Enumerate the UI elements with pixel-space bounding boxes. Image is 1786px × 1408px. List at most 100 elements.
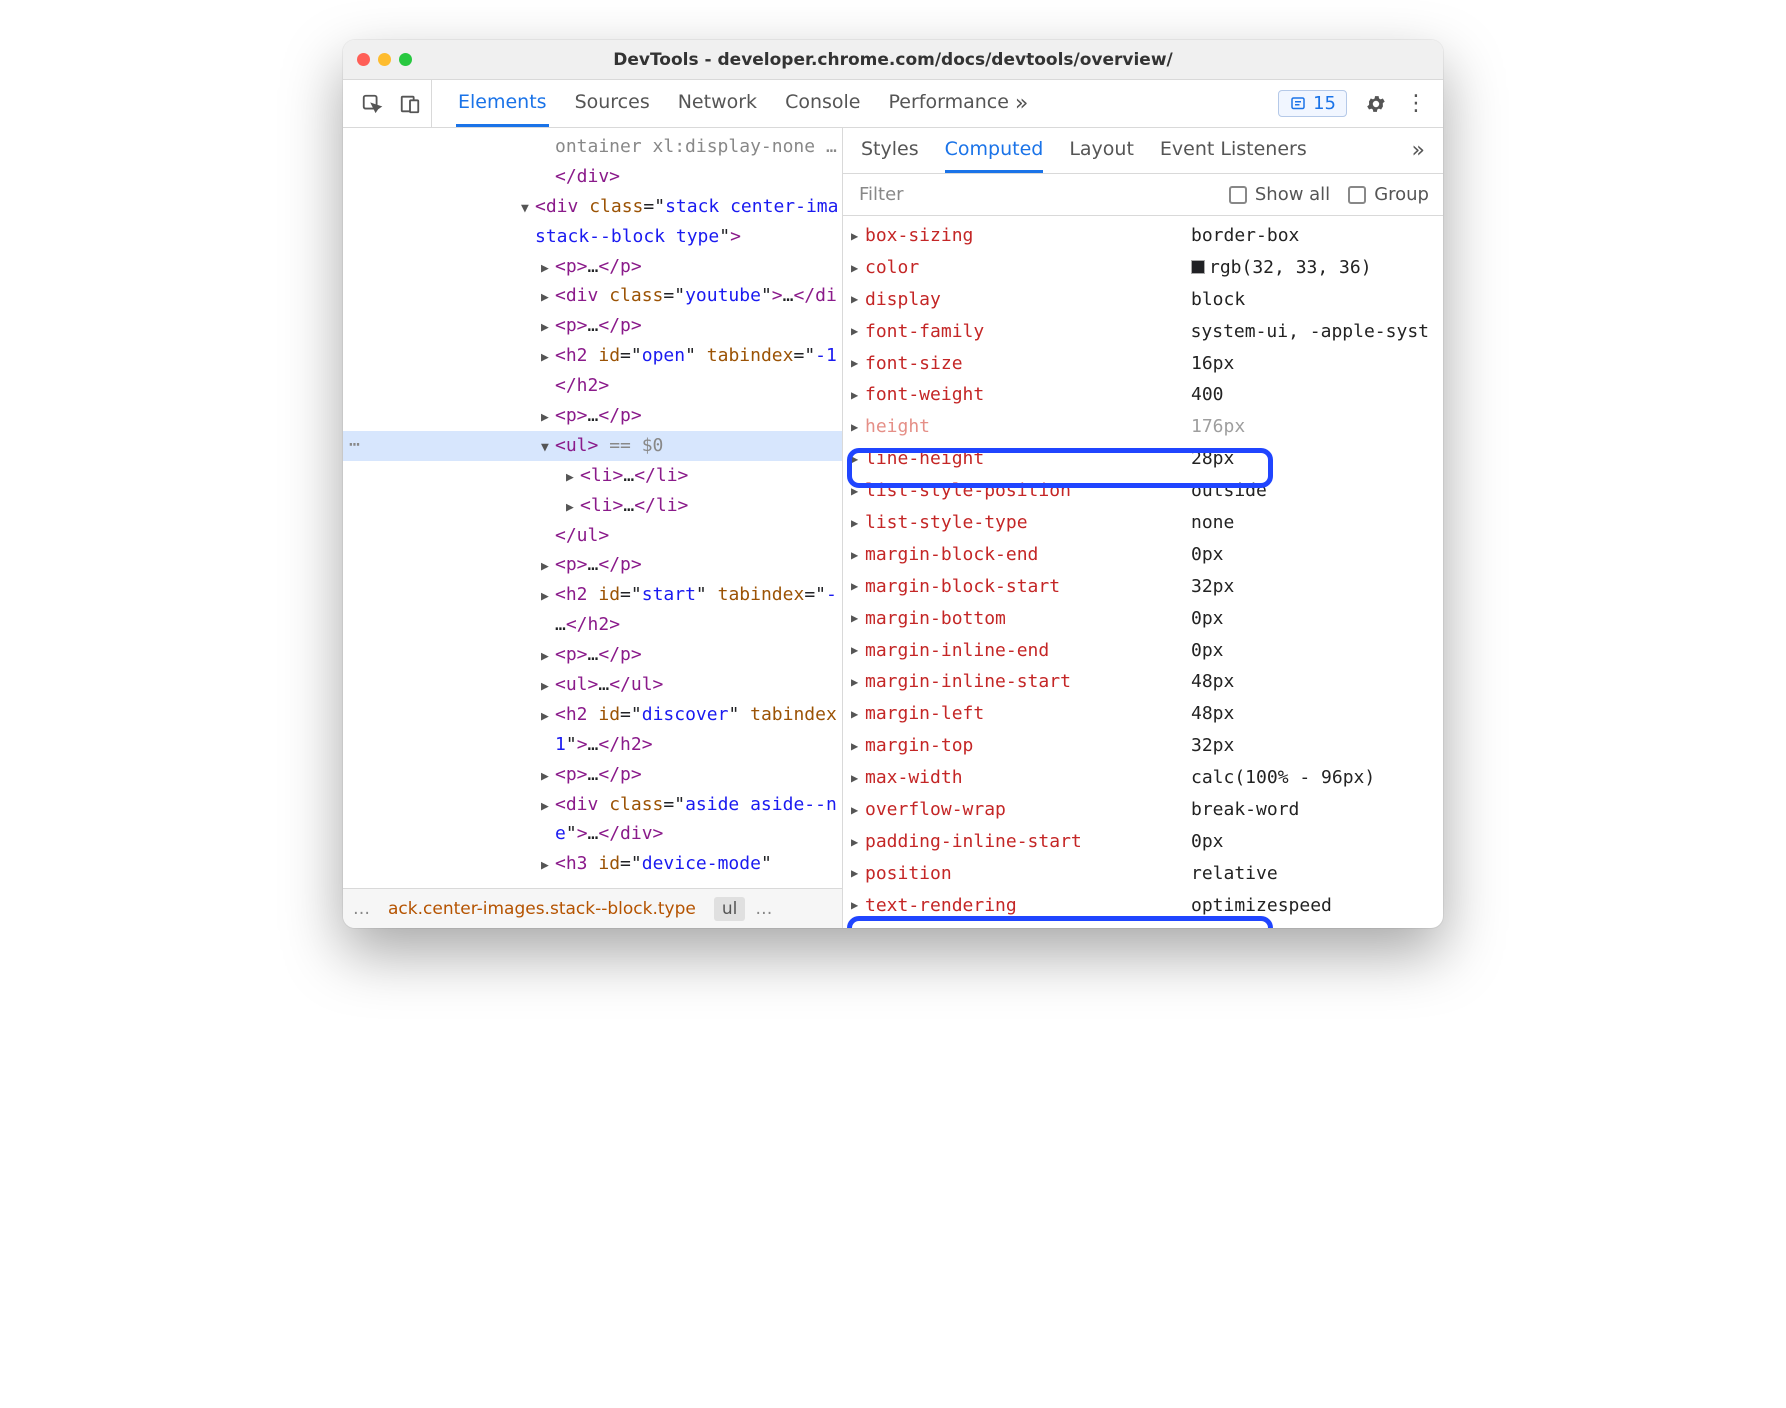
dom-row[interactable]: <p>…</p> [343,760,842,790]
disclosure-closed-icon[interactable] [541,797,555,817]
disclosure-open-icon[interactable] [521,199,535,219]
computed-property-font-size[interactable]: font-size16px [843,348,1443,380]
dom-row[interactable]: <p>…</p> [343,311,842,341]
computed-property-width[interactable]: width604px [843,922,1443,928]
breadcrumb-ellipsis-left[interactable]: … [353,899,370,919]
dom-row[interactable]: <h3 id="device-mode" [343,849,842,879]
sidebar-tab-computed[interactable]: Computed [945,128,1044,173]
dom-row[interactable]: <p>…</p> [343,640,842,670]
minimize-icon[interactable] [378,53,391,66]
computed-property-margin-block-end[interactable]: margin-block-end0px [843,539,1443,571]
disclosure-closed-icon[interactable] [566,468,580,488]
zoom-icon[interactable] [399,53,412,66]
dom-row[interactable]: </ul> [343,521,842,551]
disclosure-closed-icon[interactable] [541,707,555,727]
breadcrumb-path[interactable]: ack.center-images.stack--block.type [380,897,704,921]
disclosure-closed-icon[interactable] [541,259,555,279]
disclosure-closed-icon[interactable] [851,737,865,756]
panel-tab-elements[interactable]: Elements [456,80,549,127]
disclosure-closed-icon[interactable] [851,673,865,692]
dom-row[interactable]: <div class="stack center-ima [343,192,842,222]
sidebar-tab-styles[interactable]: Styles [861,128,919,173]
disclosure-closed-icon[interactable] [541,856,555,876]
breadcrumb-selected[interactable]: ul [714,897,746,921]
sidebar-tab-layout[interactable]: Layout [1069,128,1134,173]
dom-row[interactable]: <h2 id="discover" tabindex [343,700,842,730]
disclosure-closed-icon[interactable] [851,227,865,246]
computed-properties[interactable]: box-sizingborder-box colorrgb(32, 33, 36… [843,216,1443,928]
disclosure-closed-icon[interactable] [851,322,865,341]
dom-row[interactable]: …</h2> [343,610,842,640]
dom-row[interactable]: ontainer xl:display-none … [343,132,842,162]
dom-row[interactable]: <div class="youtube">…</di [343,281,842,311]
dom-row[interactable]: 1">…</h2> [343,730,842,760]
sidebar-tab-event-listeners[interactable]: Event Listeners [1160,128,1307,173]
dom-row[interactable]: <li>…</li> [343,491,842,521]
dom-row[interactable]: </h2> [343,371,842,401]
panel-tab-network[interactable]: Network [676,80,759,127]
disclosure-closed-icon[interactable] [851,354,865,373]
panel-tab-performance[interactable]: Performance [887,80,1011,127]
inspect-icon[interactable] [361,93,383,115]
group-checkbox[interactable]: Group [1348,184,1429,205]
kebab-menu-icon[interactable]: ⋮ [1405,91,1427,116]
dom-row[interactable]: <p>…</p> [343,401,842,431]
computed-property-margin-top[interactable]: margin-top32px [843,730,1443,762]
disclosure-closed-icon[interactable] [851,705,865,724]
disclosure-closed-icon[interactable] [851,386,865,405]
disclosure-closed-icon[interactable] [851,259,865,278]
device-toggle-icon[interactable] [399,93,421,115]
computed-property-list-style-position[interactable]: list-style-positionoutside [843,475,1443,507]
computed-property-font-weight[interactable]: font-weight400 [843,379,1443,411]
dom-row[interactable]: stack--block type"> [343,222,842,252]
computed-property-font-family[interactable]: font-familysystem-ui, -apple-syst [843,316,1443,348]
disclosure-closed-icon[interactable] [566,498,580,518]
computed-property-color[interactable]: colorrgb(32, 33, 36) [843,252,1443,284]
dom-row[interactable]: <p>…</p> [343,252,842,282]
disclosure-open-icon[interactable] [541,438,555,458]
disclosure-closed-icon[interactable] [851,896,865,915]
computed-property-margin-inline-start[interactable]: margin-inline-start48px [843,666,1443,698]
disclosure-closed-icon[interactable] [851,864,865,883]
computed-property-margin-inline-end[interactable]: margin-inline-end0px [843,635,1443,667]
computed-property-height[interactable]: height176px [843,411,1443,443]
disclosure-closed-icon[interactable] [541,677,555,697]
computed-property-padding-inline-start[interactable]: padding-inline-start0px [843,826,1443,858]
disclosure-closed-icon[interactable] [851,801,865,820]
show-all-checkbox[interactable]: Show all [1229,184,1330,205]
computed-property-margin-block-start[interactable]: margin-block-start32px [843,571,1443,603]
computed-property-box-sizing[interactable]: box-sizingborder-box [843,220,1443,252]
disclosure-closed-icon[interactable] [541,647,555,667]
dom-row[interactable]: </div> [343,162,842,192]
panel-tab-console[interactable]: Console [783,80,862,127]
disclosure-closed-icon[interactable] [851,769,865,788]
disclosure-closed-icon[interactable] [541,318,555,338]
computed-property-margin-left[interactable]: margin-left48px [843,698,1443,730]
dom-row[interactable]: <h2 id="start" tabindex="- [343,580,842,610]
dom-row[interactable]: <h2 id="open" tabindex="-1 [343,341,842,371]
dom-row[interactable]: <li>…</li> [343,461,842,491]
disclosure-closed-icon[interactable] [851,546,865,565]
disclosure-closed-icon[interactable] [851,609,865,628]
dom-row[interactable]: <ul>…</ul> [343,670,842,700]
panel-tab-sources[interactable]: Sources [573,80,652,127]
disclosure-closed-icon[interactable] [851,833,865,852]
filter-input[interactable] [857,183,1211,206]
disclosure-closed-icon[interactable] [851,290,865,309]
computed-property-position[interactable]: positionrelative [843,858,1443,890]
disclosure-closed-icon[interactable] [851,577,865,596]
computed-property-max-width[interactable]: max-widthcalc(100% - 96px) [843,762,1443,794]
disclosure-closed-icon[interactable] [851,514,865,533]
disclosure-closed-icon[interactable] [851,450,865,469]
computed-property-display[interactable]: displayblock [843,284,1443,316]
breadcrumb[interactable]: … ack.center-images.stack--block.type ul… [343,888,842,928]
disclosure-closed-icon[interactable] [541,408,555,428]
disclosure-closed-icon[interactable] [851,641,865,660]
disclosure-closed-icon[interactable] [541,288,555,308]
more-sidebar-tabs-icon[interactable]: » [1412,138,1425,163]
disclosure-closed-icon[interactable] [541,587,555,607]
disclosure-closed-icon[interactable] [541,767,555,787]
settings-icon[interactable] [1365,93,1387,115]
computed-property-list-style-type[interactable]: list-style-typenone [843,507,1443,539]
breadcrumb-ellipsis-right[interactable]: … [755,899,772,919]
